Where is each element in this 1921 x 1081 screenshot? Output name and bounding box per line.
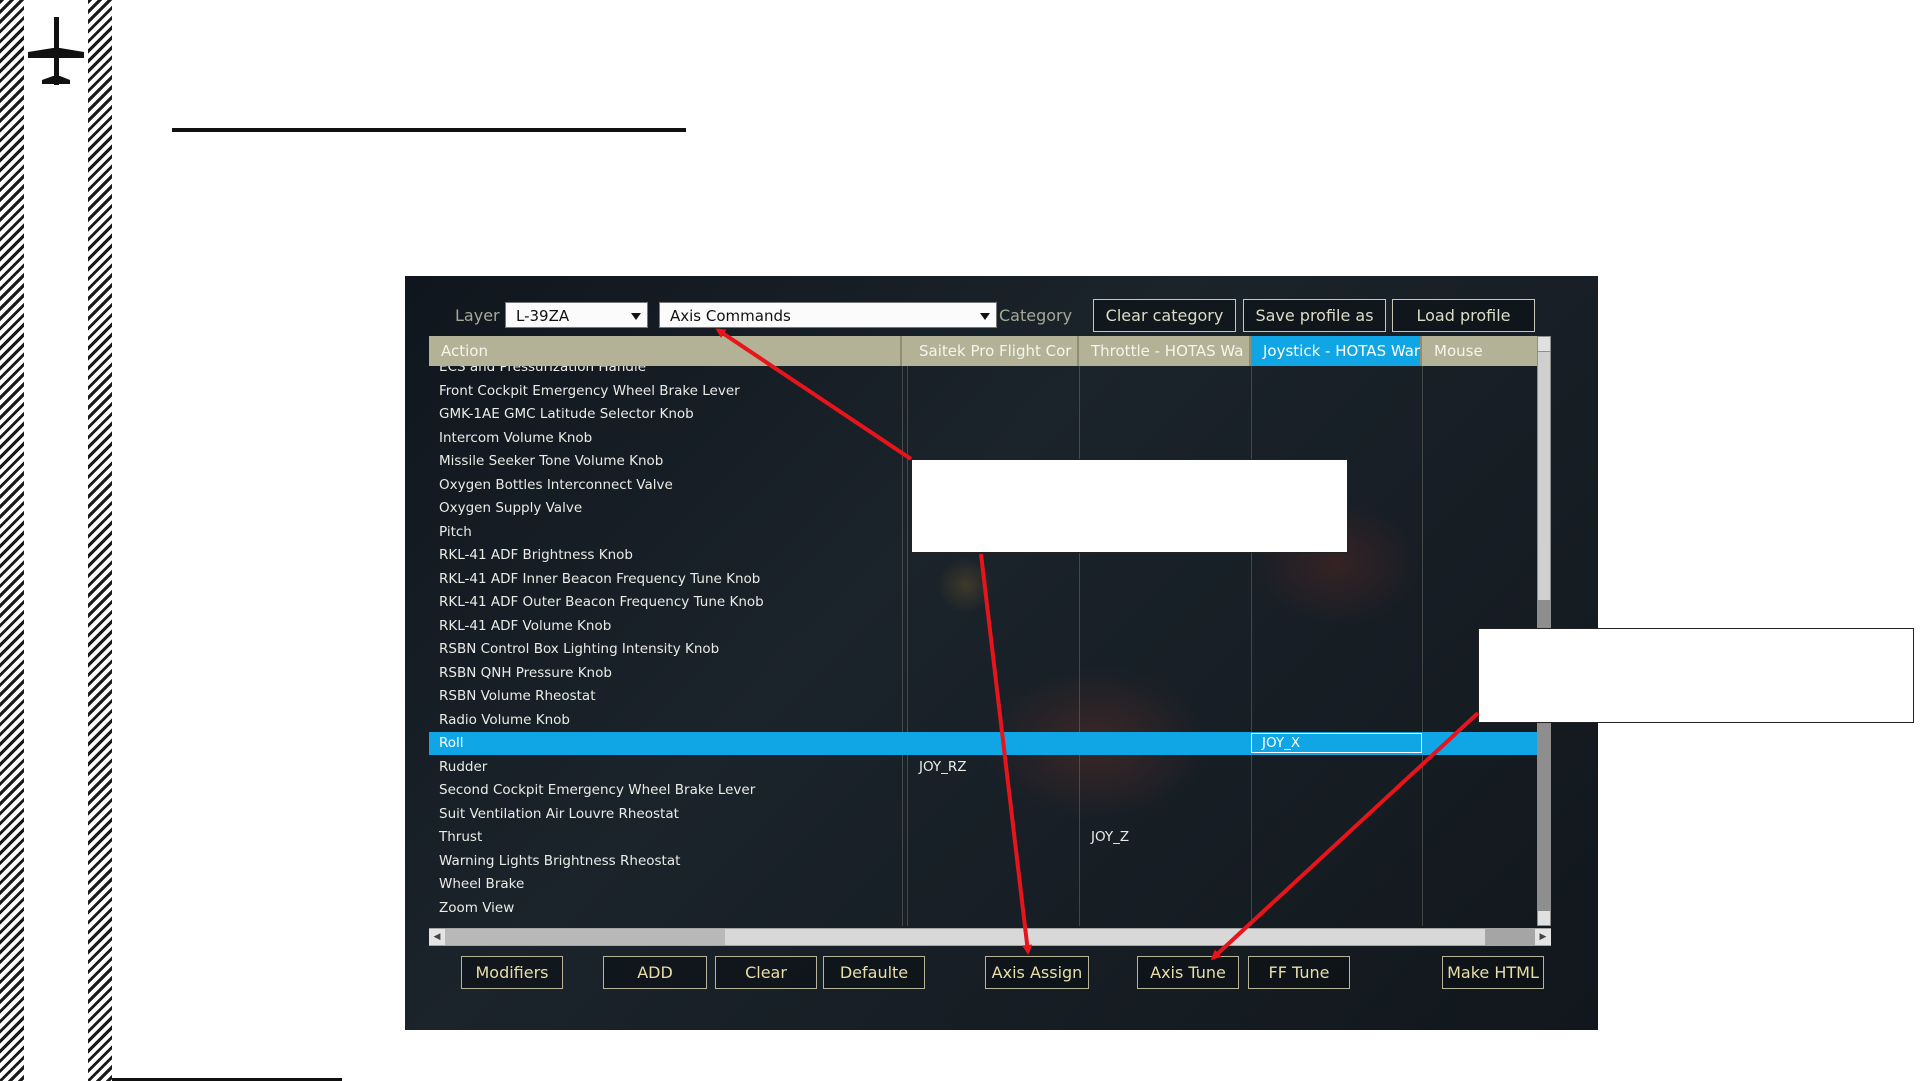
action-name: RSBN QNH Pressure Knob xyxy=(439,664,612,681)
binding-value: JOY_X xyxy=(1262,735,1301,751)
binding-cell-throttle[interactable]: JOY_Z xyxy=(1091,829,1129,845)
horizontal-scroll-thumb[interactable] xyxy=(725,929,1485,945)
action-name: RKL-41 ADF Brightness Knob xyxy=(439,547,633,563)
action-name: Intercom Volume Knob xyxy=(439,429,593,446)
scroll-down-icon[interactable] xyxy=(1538,911,1550,925)
action-name: Zoom View xyxy=(439,899,515,916)
category-label: Category xyxy=(999,306,1073,325)
table-row[interactable]: Suit Ventilation Air Louvre Rheostat xyxy=(429,803,1537,826)
layer-select-value: L-39ZA xyxy=(516,307,570,325)
table-row[interactable]: Intercom Volume Knob xyxy=(429,427,1537,450)
chevron-down-icon xyxy=(631,313,641,320)
action-name: Radio Volume Knob xyxy=(439,711,570,728)
command-mode-select[interactable]: Axis Commands xyxy=(659,302,997,328)
table-body: ECS and Pressurization Handle Front Cockp… xyxy=(429,366,1537,926)
scroll-right-icon[interactable]: ▶ xyxy=(1535,929,1551,945)
action-name: Oxygen Bottles Interconnect Valve xyxy=(439,476,673,493)
column-header-joystick[interactable]: Joystick - HOTAS War xyxy=(1251,336,1422,366)
table-row[interactable]: Rudder JOY_RZ xyxy=(429,756,1537,779)
action-name: RSBN Volume Rheostat xyxy=(439,688,596,704)
vertical-scroll-thumb[interactable] xyxy=(1538,352,1550,600)
scroll-left-icon[interactable]: ◀ xyxy=(429,929,445,945)
action-name: ECS and Pressurization Handle xyxy=(439,366,647,375)
scroll-up-icon[interactable] xyxy=(1538,337,1550,351)
clear-button[interactable]: Clear xyxy=(715,956,817,989)
add-button[interactable]: ADD xyxy=(603,956,707,989)
layer-select[interactable]: L-39ZA xyxy=(505,302,648,328)
action-name: Rudder xyxy=(439,758,488,775)
ff-tune-button[interactable]: FF Tune xyxy=(1248,956,1350,989)
action-name: Thrust xyxy=(439,829,483,845)
annotation-callout-box xyxy=(1478,628,1914,723)
horizontal-scrollbar[interactable]: ◀ ▶ xyxy=(429,928,1551,946)
modifiers-button[interactable]: Modifiers xyxy=(461,956,563,989)
bindings-table: Action Saitek Pro Flight Cor Throttle - … xyxy=(429,336,1551,946)
action-name: RKL-41 ADF Outer Beacon Frequency Tune K… xyxy=(439,594,764,610)
action-name: Suit Ventilation Air Louvre Rheostat xyxy=(439,805,679,822)
slide-border-stripe-right xyxy=(88,0,112,1081)
table-row[interactable]: RKL-41 ADF Inner Beacon Frequency Tune K… xyxy=(429,568,1537,591)
chevron-down-icon xyxy=(980,313,990,320)
airplane-silhouette-icon xyxy=(28,17,84,85)
action-name: Wheel Brake xyxy=(439,876,525,892)
action-name: RKL-41 ADF Inner Beacon Frequency Tune K… xyxy=(439,570,761,587)
binding-cell-selected[interactable]: JOY_X xyxy=(1251,733,1422,753)
action-name: Oxygen Supply Valve xyxy=(439,500,583,516)
clear-category-button[interactable]: Clear category xyxy=(1093,299,1236,332)
table-row[interactable]: RKL-41 ADF Volume Knob xyxy=(429,615,1537,638)
axis-assign-button[interactable]: Axis Assign xyxy=(985,956,1089,989)
make-html-button[interactable]: Make HTML xyxy=(1442,956,1544,989)
action-name: Missile Seeker Tone Volume Knob xyxy=(439,453,664,469)
table-row[interactable]: Front Cockpit Emergency Wheel Brake Leve… xyxy=(429,380,1537,403)
table-row[interactable]: RKL-41 ADF Outer Beacon Frequency Tune K… xyxy=(429,591,1537,614)
axis-tune-button[interactable]: Axis Tune xyxy=(1137,956,1239,989)
table-row[interactable]: Zoom View xyxy=(429,897,1537,920)
table-row[interactable]: RSBN Control Box Lighting Intensity Knob xyxy=(429,638,1537,661)
table-row[interactable]: Warning Lights Brightness Rheostat xyxy=(429,850,1537,873)
table-header: Action Saitek Pro Flight Cor Throttle - … xyxy=(429,336,1551,366)
slide-border-stripe-left xyxy=(0,0,24,1081)
save-profile-as-button[interactable]: Save profile as xyxy=(1243,299,1386,332)
table-row[interactable]: RSBN QNH Pressure Knob xyxy=(429,662,1537,685)
action-name: GMK-1AE GMC Latitude Selector Knob xyxy=(439,406,694,422)
column-header-throttle[interactable]: Throttle - HOTAS Wa xyxy=(1079,336,1251,366)
title-underline xyxy=(172,128,686,132)
table-row[interactable]: ECS and Pressurization Handle xyxy=(429,366,1537,379)
action-name: Warning Lights Brightness Rheostat xyxy=(439,852,681,869)
action-name: Pitch xyxy=(439,523,472,540)
action-name: RKL-41 ADF Volume Knob xyxy=(439,617,612,634)
load-profile-button[interactable]: Load profile xyxy=(1392,299,1535,332)
column-header-action[interactable]: Action xyxy=(429,336,902,366)
table-row[interactable]: Second Cockpit Emergency Wheel Brake Lev… xyxy=(429,779,1537,802)
column-header-saitek[interactable]: Saitek Pro Flight Cor xyxy=(907,336,1079,366)
table-row[interactable]: Wheel Brake xyxy=(429,873,1537,896)
annotation-callout-box xyxy=(911,459,1348,553)
table-row-selected[interactable]: Roll JOY_X xyxy=(429,732,1537,755)
table-row[interactable]: Thrust JOY_Z xyxy=(429,826,1537,849)
action-name: Front Cockpit Emergency Wheel Brake Leve… xyxy=(439,382,740,399)
table-row[interactable]: GMK-1AE GMC Latitude Selector Knob xyxy=(429,403,1537,426)
controls-settings-window: Layer L-39ZA Axis Commands Category Clea… xyxy=(405,276,1598,1030)
horizontal-scroll-track xyxy=(445,929,725,945)
command-mode-value: Axis Commands xyxy=(670,307,791,325)
defaults-button[interactable]: Defaulte xyxy=(823,956,925,989)
layer-label: Layer xyxy=(455,306,500,325)
action-name: Roll xyxy=(439,735,464,751)
action-name: RSBN Control Box Lighting Intensity Knob xyxy=(439,641,720,657)
column-header-mouse[interactable]: Mouse xyxy=(1422,336,1537,366)
binding-cell-saitek[interactable]: JOY_RZ xyxy=(919,759,967,775)
action-name: Second Cockpit Emergency Wheel Brake Lev… xyxy=(439,782,756,798)
table-row[interactable]: Radio Volume Knob xyxy=(429,709,1537,732)
table-row[interactable]: RSBN Volume Rheostat xyxy=(429,685,1537,708)
